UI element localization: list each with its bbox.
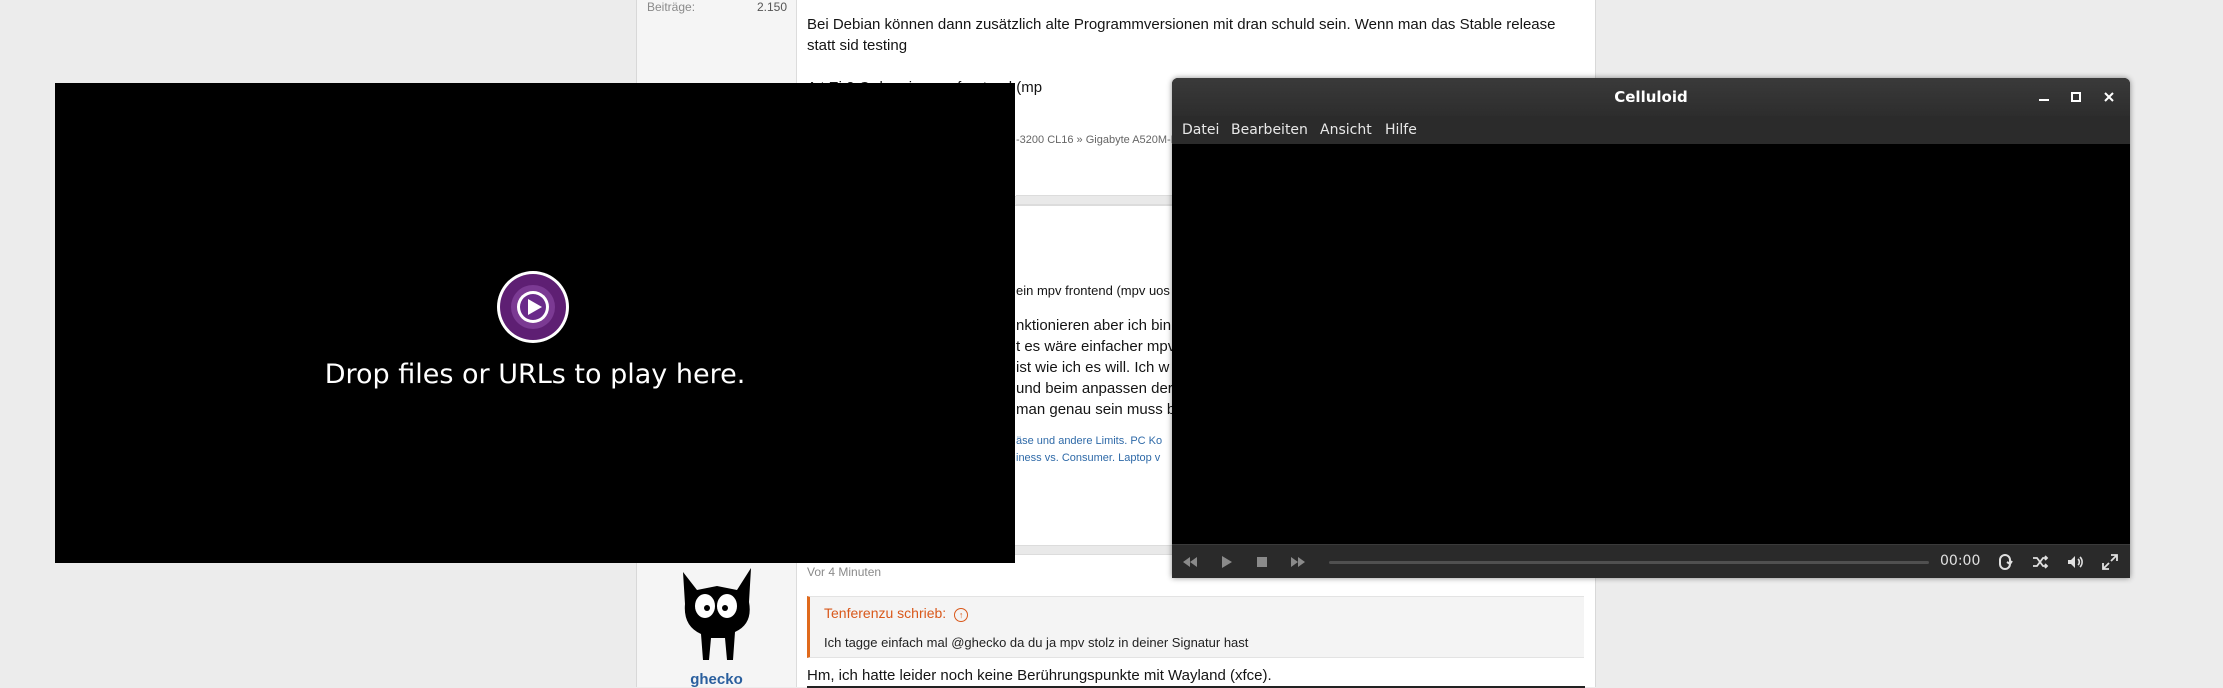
play-icon[interactable] xyxy=(496,270,570,344)
drop-area-window[interactable]: Drop files or URLs to play here. xyxy=(55,83,1015,563)
post-count-value: 2.150 xyxy=(756,0,787,14)
close-icon[interactable] xyxy=(2096,84,2122,110)
drop-files-message: Drop files or URLs to play here. xyxy=(324,359,746,390)
minimize-icon[interactable] xyxy=(2031,84,2057,110)
seek-bar[interactable] xyxy=(1329,561,1929,564)
post-text-line: t es wäre einfacher mpv xyxy=(1016,338,1176,355)
time-display: 00:00 xyxy=(1940,553,1981,569)
maximize-icon[interactable] xyxy=(2063,84,2089,110)
post-text-line: Bei Debian können dann zusätzlich alte P… xyxy=(807,16,1556,33)
arrow-up-circle-icon[interactable]: ↑ xyxy=(954,608,969,622)
quote-author[interactable]: Tenferenzu schrieb: ↑ xyxy=(824,605,969,622)
post-text-line: ist wie ich es will. Ich w xyxy=(1016,359,1170,376)
signature-text: -3200 CL16 » Gigabyte A520M-DS3 xyxy=(1016,134,1193,146)
menu-hilfe[interactable]: Hilfe xyxy=(1385,116,1417,144)
post-text-line: und beim anpassen der C xyxy=(1016,380,1188,397)
title-bar[interactable]: Celluloid xyxy=(1172,78,2130,116)
window-title: Celluloid xyxy=(1614,88,1688,106)
menu-ansicht[interactable]: Ansicht xyxy=(1320,116,1372,144)
fast-forward-icon[interactable] xyxy=(1288,552,1308,572)
post-text-line: man genau sein muss b xyxy=(1016,401,1176,418)
play-icon[interactable] xyxy=(1216,552,1236,572)
celluloid-window: Celluloid Datei Bearbeiten Ansicht Hilfe xyxy=(1172,78,2130,578)
quote-text: Ich tagge einfach mal @ghecko da du ja m… xyxy=(824,635,1249,650)
post-text-line: Hm, ich hatte leider noch keine Berührun… xyxy=(807,667,1585,688)
menu-datei[interactable]: Datei xyxy=(1182,116,1219,144)
shuffle-icon[interactable] xyxy=(2030,552,2050,572)
signature-link[interactable]: äse und andere Limits. PC Ko xyxy=(1016,435,1162,447)
signature-link[interactable]: iness vs. Consumer. Laptop v xyxy=(1016,452,1160,464)
loop-icon[interactable] xyxy=(1995,552,2015,572)
rewind-icon[interactable] xyxy=(1180,552,1200,572)
menu-bearbeiten[interactable]: Bearbeiten xyxy=(1231,116,1308,144)
post-separator xyxy=(1016,195,1172,205)
playback-controls: 00:00 xyxy=(1172,544,2130,578)
volume-icon[interactable] xyxy=(2065,552,2085,572)
quote-box: Tenferenzu schrieb: ↑ Ich tagge einfach … xyxy=(807,596,1584,658)
post-timestamp: Vor 4 Minuten xyxy=(807,565,882,579)
post-separator xyxy=(1016,545,1172,555)
post-text-line: statt sid testing xyxy=(807,37,908,54)
menu-bar: Datei Bearbeiten Ansicht Hilfe xyxy=(1172,116,2130,145)
post-text-line: nktionieren aber ich bin xyxy=(1016,317,1172,334)
stop-icon[interactable] xyxy=(1252,552,1272,572)
username-link[interactable]: ghecko xyxy=(637,671,796,688)
video-area[interactable] xyxy=(1172,144,2130,544)
quote-snippet: ein mpv frontend (mpv uos xyxy=(1016,283,1170,298)
cat-avatar[interactable] xyxy=(669,562,765,662)
fullscreen-icon[interactable] xyxy=(2100,552,2120,572)
post-count-row: Beiträge: 2.150 xyxy=(647,0,787,14)
post-count-label: Beiträge: xyxy=(647,0,696,14)
